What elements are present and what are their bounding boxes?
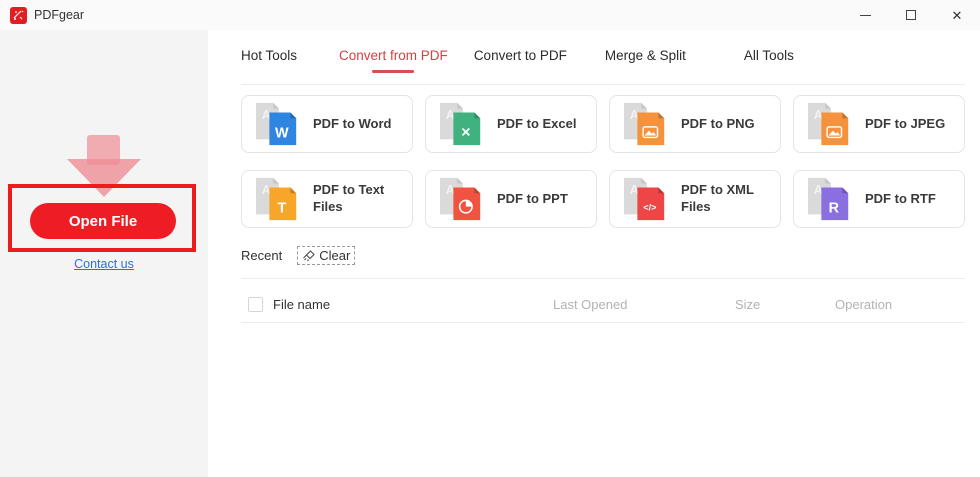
minimize-icon [859,14,871,16]
card-label: PDF to JPEG [865,115,946,131]
table-header-divider [241,322,965,323]
svg-text:A: A [630,183,639,197]
svg-text:R: R [829,200,840,216]
main-panel: Hot Tools Convert from PDF Convert to PD… [208,30,980,477]
card-label: PDF to Word [313,115,392,131]
tab-convert-from-pdf[interactable]: Convert from PDF [339,48,448,73]
card-label: PDF to Excel [497,115,577,131]
close-icon: ✕ [951,7,963,23]
clear-label: Clear [319,248,351,263]
column-header-size: Size [735,297,761,312]
contact-us-link[interactable]: Contact us [0,257,208,271]
recent-files-table-header: File name Last Opened Size Operation [208,288,980,322]
tool-tabs: Hot Tools Convert from PDF Convert to PD… [241,48,794,73]
close-button[interactable]: ✕ [934,0,980,30]
tool-card-grid: A W PDF to Word A ✕ PDF to Excel A PDF t… [241,95,965,228]
tab-convert-to-pdf[interactable]: Convert to PDF [474,48,567,73]
minimize-button[interactable] [842,0,888,30]
xml-code-icon: A </> [623,177,665,221]
card-pdf-to-rtf[interactable]: A R PDF to RTF [793,170,965,228]
tab-hot-tools[interactable]: Hot Tools [241,48,297,73]
svg-text:A: A [814,183,823,197]
excel-file-icon: A ✕ [439,102,481,146]
card-pdf-to-text[interactable]: A T PDF to Text Files [241,170,413,228]
pdfgear-window: PDFgear ✕ Open File Contact us Hot Tools… [0,0,980,477]
column-header-file-name: File name [273,297,331,312]
svg-text:A: A [446,108,455,122]
card-pdf-to-excel[interactable]: A ✕ PDF to Excel [425,95,597,153]
recent-section-header: Recent Clear [241,246,356,265]
tab-merge-split[interactable]: Merge & Split [605,48,686,73]
card-label: PDF to PPT [497,190,568,206]
clear-recent-button[interactable]: Clear [297,246,356,265]
window-title: PDFgear [34,8,85,22]
svg-text:T: T [277,200,286,216]
svg-text:A: A [446,183,455,197]
svg-text:A: A [262,108,271,122]
tab-all-tools[interactable]: All Tools [744,48,794,73]
rtf-file-icon: A R [807,177,849,221]
card-label: PDF to Text Files [313,182,385,214]
jpeg-image-icon: A [807,102,849,146]
card-pdf-to-word[interactable]: A W PDF to Word [241,95,413,153]
sidebar: Open File Contact us [0,30,208,477]
select-all-checkbox[interactable] [248,297,263,312]
maximize-button[interactable] [888,0,934,30]
svg-text:A: A [262,183,271,197]
card-pdf-to-ppt[interactable]: A PDF to PPT [425,170,597,228]
open-file-button[interactable]: Open File [30,203,176,239]
svg-text:</>: </> [643,203,656,213]
text-file-icon: A T [255,177,297,221]
word-file-icon: A W [255,102,297,146]
recent-label: Recent [241,248,283,263]
card-pdf-to-jpeg[interactable]: A PDF to JPEG [793,95,965,153]
card-label: PDF to RTF [865,190,936,206]
titlebar: PDFgear ✕ [0,0,980,30]
tabs-divider [241,84,965,85]
card-pdf-to-xml[interactable]: A </> PDF to XML Files [609,170,781,228]
svg-text:✕: ✕ [461,125,471,139]
card-label: PDF to PNG [681,115,755,131]
clear-broom-icon [303,249,316,261]
ppt-pie-icon: A [439,177,481,221]
maximize-icon [906,10,916,20]
svg-text:A: A [630,108,639,122]
column-header-last-opened: Last Opened [553,297,628,312]
card-pdf-to-png[interactable]: A PDF to PNG [609,95,781,153]
recent-divider [241,278,965,279]
svg-text:A: A [814,108,823,122]
pdfgear-logo-icon [10,6,27,24]
card-label: PDF to XML Files [681,182,754,214]
column-header-operation: Operation [835,297,893,312]
png-image-icon: A [623,102,665,146]
svg-text:W: W [275,125,289,141]
